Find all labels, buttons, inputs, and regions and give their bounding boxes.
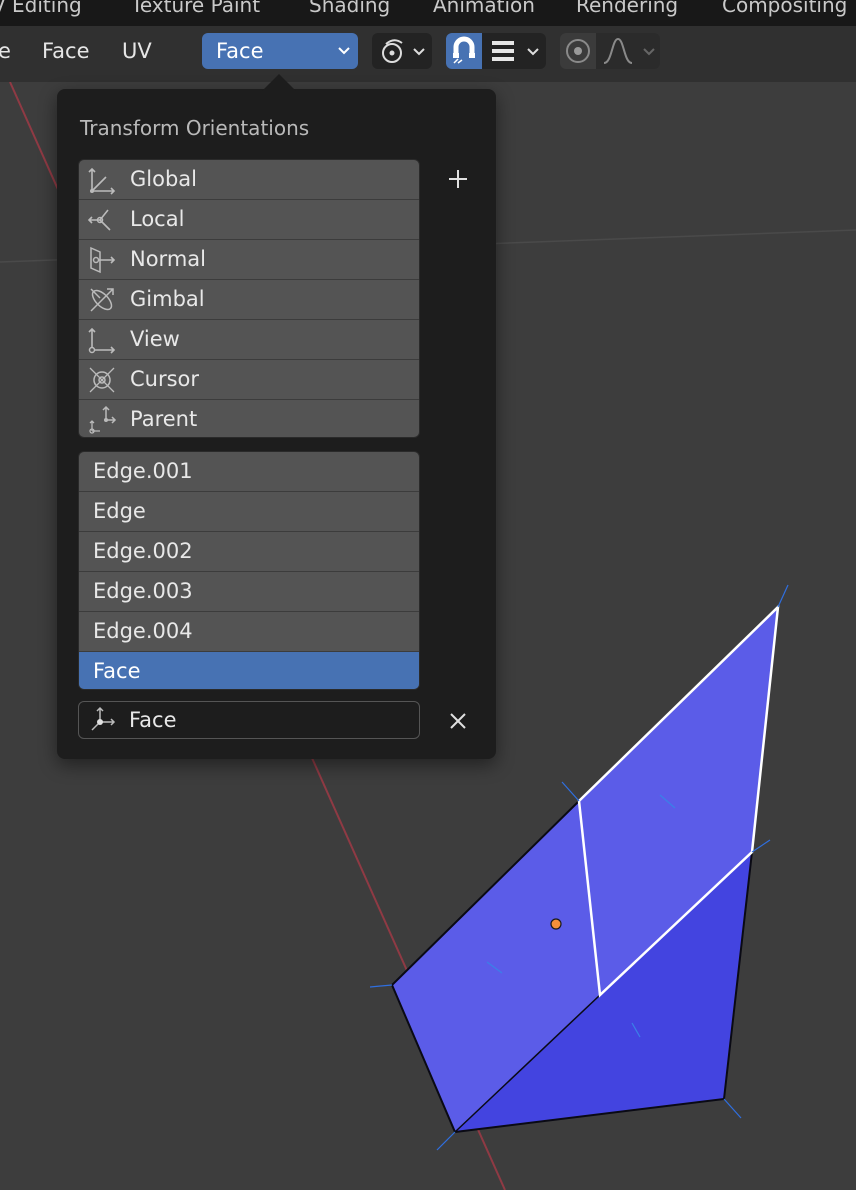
proportional-circle-icon [566,39,590,63]
orientation-label: Parent [130,407,198,431]
transform-orientations-popover: Transform Orientations Global Local Norm… [57,74,496,759]
pivot-point-dropdown[interactable] [372,33,432,69]
menu-face[interactable]: Face [42,39,90,63]
proportional-editing-toggle[interactable] [560,33,596,69]
orientation-label: Global [130,167,197,191]
orientation-item-normal[interactable]: Normal [79,240,419,280]
chevron-down-icon [338,47,350,55]
magnet-icon [453,36,475,64]
orientation-label: Local [130,207,185,231]
orientation-item-global[interactable]: Global [79,160,419,200]
transform-orientation-dropdown[interactable]: Face [202,33,358,69]
workspace-tab-texture-paint[interactable]: Texture Paint [131,0,260,17]
snapping-controls [446,33,546,69]
custom-orientations-list: Edge.001 Edge Edge.002 Edge.003 Edge.004… [78,451,420,690]
falloff-curve-icon[interactable] [600,33,660,69]
orientation-item-gimbal[interactable]: Gimbal [79,280,419,320]
workspace-tabs-bar: V Editing Texture Paint Shading Animatio… [0,0,856,26]
orientation-label: Gimbal [130,287,205,311]
view-orientation-icon [88,327,116,354]
workspace-tab-compositing[interactable]: Compositing [722,0,847,17]
parent-orientation-icon [89,405,117,434]
custom-orientation-item[interactable]: Edge.002 [79,532,419,572]
gimbal-orientation-icon [90,288,114,312]
orientation-label: Normal [130,247,206,271]
viewport-header: e Face UV Face [0,26,856,82]
orientation-item-local[interactable]: Local [79,200,419,240]
workspace-tab-shading[interactable]: Shading [309,0,390,17]
workspace-tab-uv-editing[interactable]: V Editing [0,0,82,17]
custom-orientation-item[interactable]: Edge.003 [79,572,419,612]
snap-toggle-button[interactable] [446,33,482,69]
menu-uv[interactable]: UV [122,39,152,63]
custom-orientation-item[interactable]: Edge.004 [79,612,419,652]
popover-arrow [262,74,296,91]
normal-orientation-icon [90,246,116,274]
local-orientation-icon [87,209,111,231]
custom-orientation-item-selected[interactable]: Face [79,652,419,689]
proportional-editing-controls [560,33,660,69]
orientation-item-cursor[interactable]: Cursor [79,360,419,400]
custom-orientation-icon [91,706,116,731]
delete-orientation-button[interactable] [442,705,474,737]
orientation-name-field[interactable]: Face [78,701,420,739]
orientation-name-value: Face [129,708,177,732]
orientation-label: View [130,327,180,351]
popover-title: Transform Orientations [80,116,310,140]
orientation-item-parent[interactable]: Parent [79,400,419,437]
builtin-orientations-list: Global Local Normal Gimbal View Cursor P… [78,159,420,438]
plus-icon [449,170,467,188]
global-orientation-icon [88,167,116,195]
add-orientation-button[interactable] [442,163,474,195]
orientation-label: Cursor [130,367,200,391]
object-origin-dot [550,918,562,930]
snap-increment-dropdown[interactable] [486,33,546,69]
x-icon [450,713,466,729]
custom-orientation-item[interactable]: Edge.001 [79,452,419,492]
orientation-item-view[interactable]: View [79,320,419,360]
workspace-tab-animation[interactable]: Animation [433,0,535,17]
pivot-point-icon [382,39,425,63]
transform-orientation-value: Face [216,39,264,63]
cursor-orientation-icon [89,367,115,393]
menu-edge[interactable]: e [0,39,11,63]
custom-orientation-item[interactable]: Edge [79,492,419,532]
workspace-tab-rendering[interactable]: Rendering [576,0,678,17]
